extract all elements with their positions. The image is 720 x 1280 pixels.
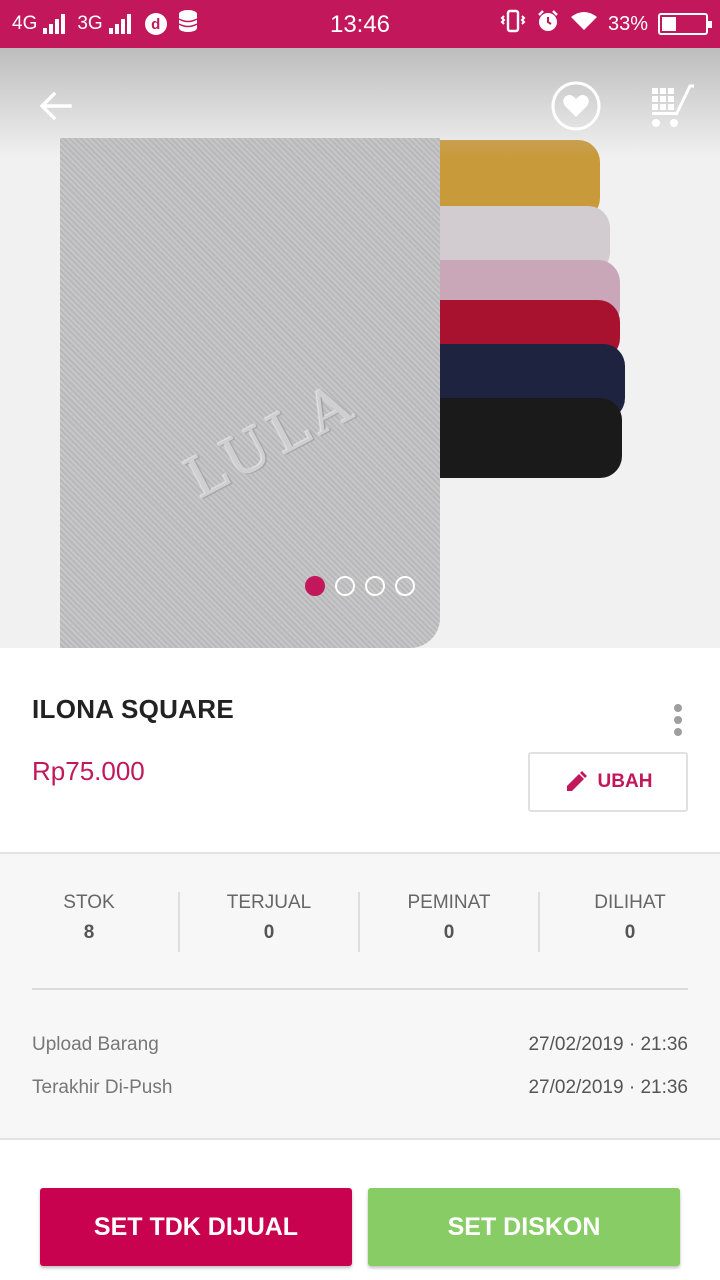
alarm-icon: [536, 9, 560, 39]
cart-button[interactable]: [644, 78, 700, 134]
stats-divider: [32, 988, 688, 990]
upload-date-label: Upload Barang: [32, 1034, 159, 1055]
upload-date-value: 27/02/2019 · 21:36: [528, 1034, 688, 1055]
stat-viewed: DILIHAT 0: [540, 892, 720, 952]
favorite-button[interactable]: [548, 78, 604, 134]
pencil-icon: [566, 771, 587, 791]
battery-icon: [658, 13, 712, 35]
carousel-dot-1[interactable]: [305, 576, 325, 596]
stat-stock: STOK 8: [0, 892, 180, 952]
product-image-carousel[interactable]: LULA: [0, 48, 720, 648]
scarf-grey-front: [60, 138, 440, 648]
stat-sold: TERJUAL 0: [180, 892, 360, 952]
stat-value: 0: [443, 922, 455, 943]
last-push-row: Terakhir Di-Push 27/02/2019 · 21:36: [32, 1077, 688, 1099]
more-vertical-icon: [674, 704, 682, 712]
product-price: Rp75.000: [32, 756, 145, 786]
status-right: 33%: [500, 0, 712, 48]
product-stats: STOK 8 TERJUAL 0 PEMINAT 0 DILIHAT 0 Upl…: [0, 852, 720, 1140]
carousel-dot-3[interactable]: [365, 576, 385, 596]
battery-percent: 33%: [607, 12, 648, 35]
cart-icon: [652, 84, 694, 127]
stat-label: TERJUAL: [226, 892, 312, 913]
carousel-dots: [0, 576, 720, 596]
back-arrow-icon: [39, 91, 72, 121]
product-name: ILONA SQUARE: [32, 694, 234, 724]
wifi-icon: [570, 10, 598, 38]
product-info: ILONA SQUARE Rp75.000 UBAH: [0, 648, 720, 852]
edit-button[interactable]: UBAH: [528, 752, 688, 812]
heart-icon: [551, 81, 601, 131]
image-top-shade: [0, 48, 720, 158]
upload-date-row: Upload Barang 27/02/2019 · 21:36: [32, 1034, 688, 1056]
stat-label: PEMINAT: [407, 892, 491, 913]
more-options-button[interactable]: [664, 700, 692, 740]
stat-label: DILIHAT: [594, 892, 666, 913]
last-push-value: 27/02/2019 · 21:36: [528, 1077, 688, 1098]
stat-interested: PEMINAT 0: [360, 892, 540, 952]
set-discount-button[interactable]: SET DISKON: [368, 1188, 680, 1266]
last-push-label: Terakhir Di-Push: [32, 1077, 173, 1098]
stat-label: STOK: [63, 892, 115, 913]
stat-value: 0: [263, 922, 275, 943]
back-button[interactable]: [28, 78, 84, 134]
stat-value: 8: [83, 922, 95, 943]
stats-row: STOK 8 TERJUAL 0 PEMINAT 0 DILIHAT 0: [0, 892, 720, 952]
edit-button-label: UBAH: [597, 771, 653, 792]
carousel-dot-4[interactable]: [395, 576, 415, 596]
carousel-dot-2[interactable]: [335, 576, 355, 596]
status-bar: 4G 3G d 13:46 33%: [0, 0, 720, 48]
vibrate-icon: [500, 9, 526, 39]
set-not-for-sale-button[interactable]: SET TDK DIJUAL: [40, 1188, 352, 1266]
stat-value: 0: [624, 922, 636, 943]
bottom-actions: SET TDK DIJUAL SET DISKON: [0, 1140, 720, 1280]
